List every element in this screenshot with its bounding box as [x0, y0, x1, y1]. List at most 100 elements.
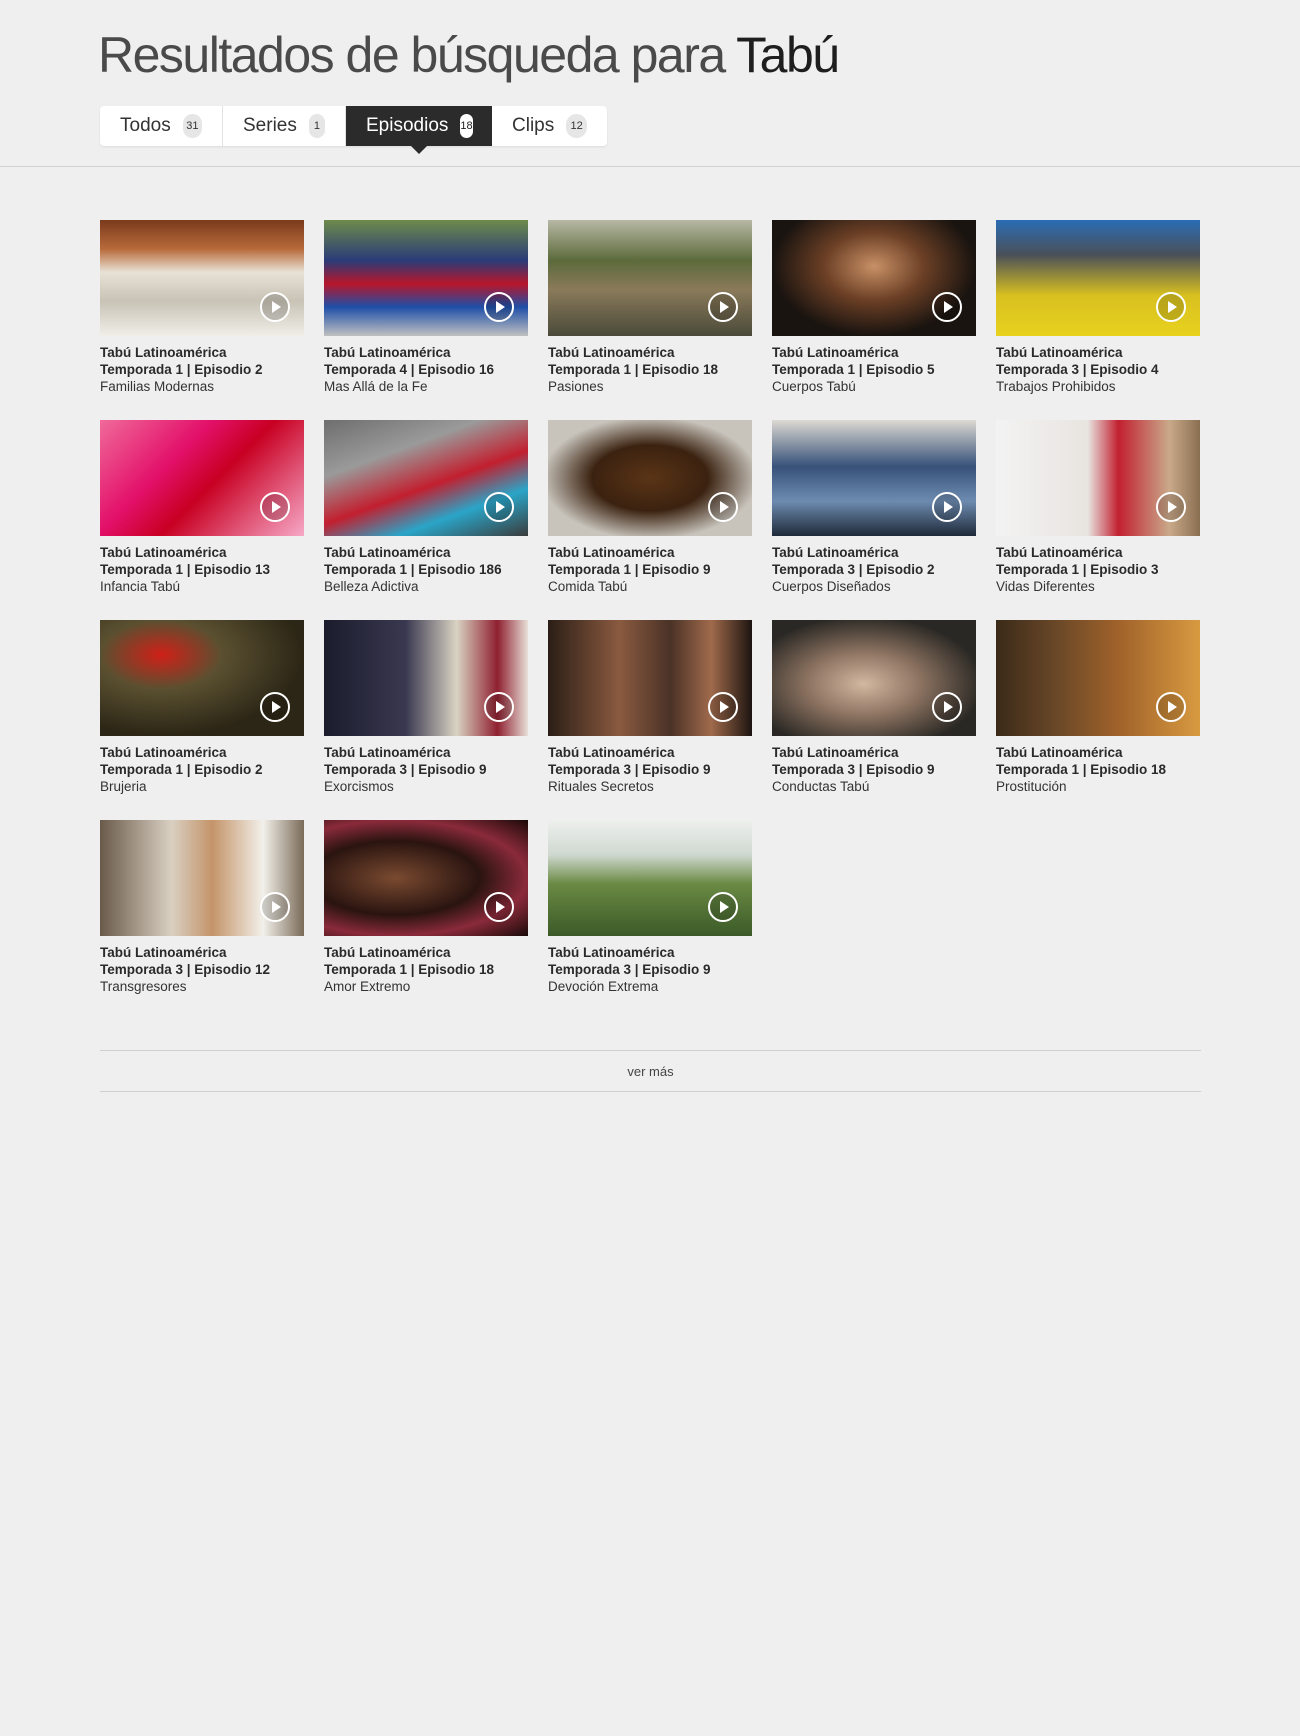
episode-info: Tabú Latinoamérica Temporada 1 | Episodio…: [100, 544, 304, 595]
episode-thumbnail[interactable]: [548, 420, 752, 536]
play-circle-icon[interactable]: [260, 892, 290, 922]
tab-label: Clips: [512, 115, 555, 136]
episode-thumbnail[interactable]: [324, 420, 528, 536]
episode-info: Tabú Latinoamérica Temporada 1 | Episodio…: [996, 544, 1200, 595]
episode-info: Tabú Latinoamérica Temporada 1 | Episodio…: [324, 544, 528, 595]
series-title: Tabú Latinoamérica: [548, 345, 675, 360]
episode-name[interactable]: Trabajos Prohibidos: [996, 378, 1200, 395]
episode-thumbnail[interactable]: [100, 820, 304, 936]
episode-card[interactable]: Tabú Latinoamérica Temporada 3 | Episodio…: [772, 420, 976, 620]
episode-thumbnail[interactable]: [100, 420, 304, 536]
episode-card[interactable]: Tabú Latinoamérica Temporada 1 | Episodio…: [772, 220, 976, 420]
episode-name[interactable]: Cuerpos Diseñados: [772, 578, 976, 595]
play-circle-icon[interactable]: [708, 292, 738, 322]
episode-name[interactable]: Belleza Adictiva: [324, 578, 528, 595]
episode-name[interactable]: Comida Tabú: [548, 578, 752, 595]
episode-card[interactable]: Tabú Latinoamérica Temporada 1 | Episodio…: [548, 420, 752, 620]
play-circle-icon[interactable]: [484, 892, 514, 922]
play-circle-icon[interactable]: [708, 692, 738, 722]
play-circle-icon[interactable]: [1156, 492, 1186, 522]
series-title: Tabú Latinoamérica: [548, 945, 675, 960]
count-badge: 18: [460, 114, 473, 138]
episode-thumbnail[interactable]: [548, 820, 752, 936]
episode-name[interactable]: Mas Allá de la Fe: [324, 378, 528, 395]
episode-number: Temporada 1 | Episodio 18: [548, 362, 719, 377]
page-title: Resultados de búsqueda para Tabú: [98, 26, 840, 84]
tab-label: Todos: [120, 115, 171, 136]
episode-card[interactable]: Tabú Latinoamérica Temporada 1 | Episodio…: [100, 620, 304, 820]
series-title: Tabú Latinoamérica: [100, 545, 227, 560]
play-circle-icon[interactable]: [708, 892, 738, 922]
series-title: Tabú Latinoamérica: [100, 345, 227, 360]
episode-thumbnail[interactable]: [548, 620, 752, 736]
episode-thumbnail[interactable]: [324, 820, 528, 936]
tab-episodios[interactable]: Episodios 18: [346, 106, 492, 154]
play-circle-icon[interactable]: [708, 492, 738, 522]
episode-info: Tabú Latinoamérica Temporada 3 | Episodio…: [772, 544, 976, 595]
play-circle-icon[interactable]: [260, 492, 290, 522]
episode-name[interactable]: Infancia Tabú: [100, 578, 304, 595]
play-circle-icon[interactable]: [260, 692, 290, 722]
episode-name[interactable]: Devoción Extrema: [548, 978, 752, 995]
play-circle-icon[interactable]: [260, 292, 290, 322]
play-circle-icon[interactable]: [484, 692, 514, 722]
series-title: Tabú Latinoamérica: [548, 745, 675, 760]
tab-label: Episodios: [366, 115, 449, 136]
play-circle-icon[interactable]: [484, 292, 514, 322]
episode-card[interactable]: Tabú Latinoamérica Temporada 4 | Episodio…: [324, 220, 528, 420]
play-circle-icon[interactable]: [932, 692, 962, 722]
episode-card[interactable]: Tabú Latinoamérica Temporada 1 | Episodio…: [996, 420, 1200, 620]
episode-thumbnail[interactable]: [772, 620, 976, 736]
episode-name[interactable]: Brujeria: [100, 778, 304, 795]
episode-name[interactable]: Cuerpos Tabú: [772, 378, 976, 395]
episode-thumbnail[interactable]: [772, 420, 976, 536]
episode-info: Tabú Latinoamérica Temporada 3 | Episodio…: [100, 944, 304, 995]
episode-name[interactable]: Familias Modernas: [100, 378, 304, 395]
episode-number: Temporada 3 | Episodio 9: [324, 762, 487, 777]
episode-card[interactable]: Tabú Latinoamérica Temporada 3 | Episodio…: [548, 620, 752, 820]
episode-name[interactable]: Conductas Tabú: [772, 778, 976, 795]
episode-thumbnail[interactable]: [996, 620, 1200, 736]
episode-thumbnail[interactable]: [996, 420, 1200, 536]
load-more-button[interactable]: ver más: [100, 1050, 1201, 1092]
episode-thumbnail[interactable]: [996, 220, 1200, 336]
play-circle-icon[interactable]: [1156, 292, 1186, 322]
episode-card[interactable]: Tabú Latinoamérica Temporada 3 | Episodio…: [100, 820, 304, 1020]
episode-thumbnail[interactable]: [324, 220, 528, 336]
episode-card[interactable]: Tabú Latinoamérica Temporada 1 | Episodio…: [996, 620, 1200, 820]
episode-number: Temporada 1 | Episodio 2: [100, 362, 263, 377]
episode-thumbnail[interactable]: [100, 220, 304, 336]
episode-thumbnail[interactable]: [772, 220, 976, 336]
episode-thumbnail[interactable]: [100, 620, 304, 736]
episode-card[interactable]: Tabú Latinoamérica Temporada 3 | Episodio…: [996, 220, 1200, 420]
episode-card[interactable]: Tabú Latinoamérica Temporada 3 | Episodio…: [324, 620, 528, 820]
episode-name[interactable]: Exorcismos: [324, 778, 528, 795]
episode-card[interactable]: Tabú Latinoamérica Temporada 1 | Episodio…: [100, 220, 304, 420]
tab-clips[interactable]: Clips 12: [492, 106, 607, 146]
tab-series[interactable]: Series 1: [223, 106, 346, 146]
episode-name[interactable]: Transgresores: [100, 978, 304, 995]
episode-name[interactable]: Pasiones: [548, 378, 752, 395]
play-circle-icon[interactable]: [484, 492, 514, 522]
episode-card[interactable]: Tabú Latinoamérica Temporada 1 | Episodio…: [100, 420, 304, 620]
episode-thumbnail[interactable]: [548, 220, 752, 336]
episode-name[interactable]: Vidas Diferentes: [996, 578, 1200, 595]
episode-number: Temporada 3 | Episodio 12: [100, 962, 271, 977]
episode-card[interactable]: Tabú Latinoamérica Temporada 1 | Episodio…: [324, 420, 528, 620]
episode-name[interactable]: Amor Extremo: [324, 978, 528, 995]
play-circle-icon[interactable]: [932, 292, 962, 322]
series-title: Tabú Latinoamérica: [996, 545, 1123, 560]
tab-todos[interactable]: Todos 31: [100, 106, 223, 146]
episode-card[interactable]: Tabú Latinoamérica Temporada 1 | Episodio…: [548, 220, 752, 420]
title-prefix: Resultados de búsqueda para: [98, 27, 726, 83]
episode-card[interactable]: Tabú Latinoamérica Temporada 3 | Episodio…: [548, 820, 752, 1020]
play-circle-icon[interactable]: [932, 492, 962, 522]
episode-card[interactable]: Tabú Latinoamérica Temporada 3 | Episodio…: [772, 620, 976, 820]
series-title: Tabú Latinoamérica: [100, 945, 227, 960]
episode-name[interactable]: Prostitución: [996, 778, 1200, 795]
play-circle-icon[interactable]: [1156, 692, 1186, 722]
episode-thumbnail[interactable]: [324, 620, 528, 736]
episode-card[interactable]: Tabú Latinoamérica Temporada 1 | Episodio…: [324, 820, 528, 1020]
episode-name[interactable]: Rituales Secretos: [548, 778, 752, 795]
results-header: Resultados de búsqueda para Tabú Todos 3…: [0, 0, 1300, 167]
